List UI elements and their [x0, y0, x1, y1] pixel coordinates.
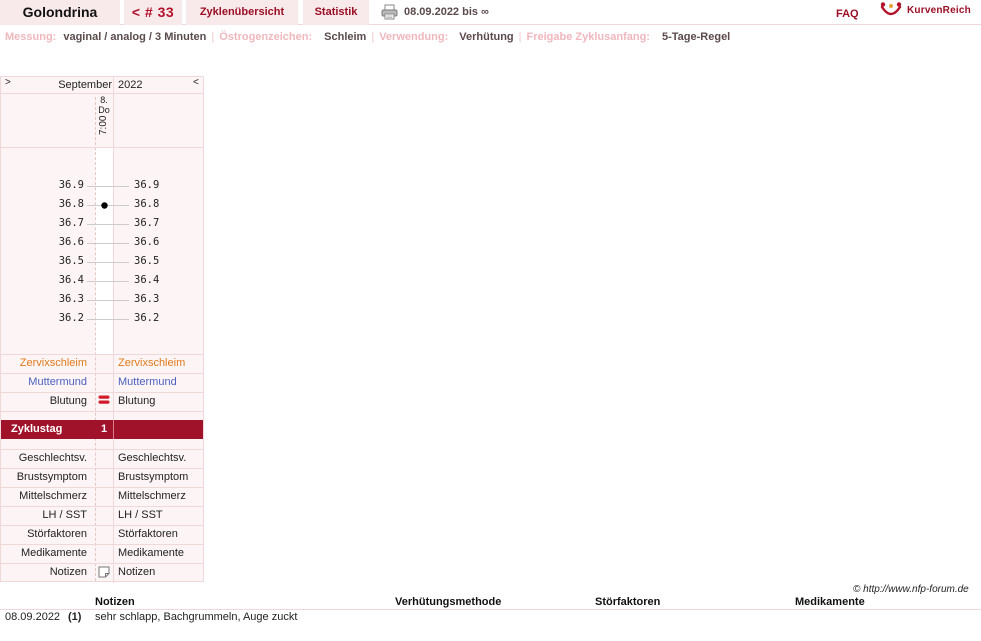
faq-link[interactable]: FAQ — [836, 0, 859, 29]
row-label-stoerfaktoren: Störfaktoren — [27, 528, 87, 540]
row-label-blutung: Blutung — [49, 395, 87, 407]
row-label-stoerfaktoren-right: Störfaktoren — [118, 528, 178, 540]
row-label-brustsymptom-right: Brustsymptom — [118, 471, 189, 483]
separator: | — [518, 31, 522, 43]
zyklustag-value: 1 — [100, 423, 108, 435]
row-label-muttermund-right: Muttermund — [118, 376, 177, 388]
app-title[interactable]: Golondrina — [0, 0, 120, 25]
setting-label-verwendung: Verwendung: — [379, 31, 449, 43]
setting-label-freigabe: Freigabe Zyklusanfang: — [526, 31, 650, 43]
row-label-zervixschleim-right: Zervixschleim — [118, 357, 186, 369]
row-label-mittelschmerz: Mittelschmerz — [19, 490, 87, 502]
cycle-settings: Messung: vaginal / analog / 3 Minuten | Öst… — [5, 30, 730, 44]
separator: | — [211, 31, 215, 43]
row-label-medikamente-right: Medikamente — [118, 547, 185, 559]
copyright-link[interactable]: © http://www.nfp-forum.de — [853, 584, 969, 595]
bleeding-icon[interactable] — [97, 395, 111, 405]
top-navigation: Golondrina < # 33 Zyklenübersicht Statis… — [0, 0, 981, 25]
row-label-geschlechtsv: Geschlechtsv. — [18, 452, 87, 464]
note-cycle-day: (1) — [68, 611, 82, 623]
row-label-brustsymptom: Brustsymptom — [16, 471, 87, 483]
zyklustag-row: Zyklustag 1 — [1, 420, 203, 439]
setting-label-messung: Messung: — [5, 31, 57, 43]
setting-value-oestrogenzeichen: Schleim — [324, 31, 367, 43]
tab-statistik[interactable]: Statistik — [303, 0, 369, 25]
temperature-grid — [87, 186, 129, 320]
printer-icon[interactable] — [381, 4, 398, 20]
temperature-point[interactable] — [101, 202, 108, 209]
note-icon[interactable] — [98, 566, 110, 578]
row-label-notizen: Notizen — [49, 566, 87, 578]
kurvenreich-link[interactable]: KurvenReich — [907, 0, 971, 22]
previous-cycle-button[interactable]: < # 33 — [124, 0, 182, 25]
notes-divider — [0, 609, 981, 610]
setting-label-oestrogenzeichen: Östrogenzeichen: — [219, 31, 313, 43]
row-label-muttermund: Muttermund — [28, 376, 87, 388]
notes-header-medikamente: Medikamente — [795, 596, 865, 608]
row-label-lh-sst: LH / SST — [42, 509, 87, 521]
setting-value-messung: vaginal / analog / 3 Minuten — [63, 31, 207, 43]
notes-header-notizen: Notizen — [95, 596, 135, 608]
notes-header-stoerfaktoren: Störfaktoren — [595, 596, 661, 608]
row-label-blutung-right: Blutung — [118, 395, 156, 407]
tab-zyklenuebersicht[interactable]: Zyklenübersicht — [186, 0, 298, 25]
setting-value-verwendung: Verhütung — [459, 31, 514, 43]
row-label-geschlechtsv-right: Geschlechtsv. — [118, 452, 187, 464]
separator: | — [371, 31, 375, 43]
row-label-mittelschmerz-right: Mittelschmerz — [118, 490, 186, 502]
note-date: 08.09.2022 — [5, 611, 61, 623]
row-label-notizen-right: Notizen — [118, 566, 156, 578]
date-range: 08.09.2022 bis ∞ — [404, 6, 489, 18]
row-label-zervixschleim: Zervixschleim — [19, 357, 87, 369]
row-label-medikamente: Medikamente — [20, 547, 87, 559]
notes-header-verhuetungsmethode: Verhütungsmethode — [395, 596, 502, 608]
setting-value-freigabe: 5-Tage-Regel — [661, 31, 731, 43]
kurvenreich-logo-icon[interactable] — [880, 1, 902, 19]
cycle-chart: > September 2022 < 8. Do 7:00 36.9 36.8 … — [0, 76, 204, 583]
zyklustag-label: Zyklustag — [11, 423, 63, 435]
row-label-lh-sst-right: LH / SST — [118, 509, 163, 521]
note-text: sehr schlapp, Bachgrummeln, Auge zuckt — [95, 611, 298, 623]
